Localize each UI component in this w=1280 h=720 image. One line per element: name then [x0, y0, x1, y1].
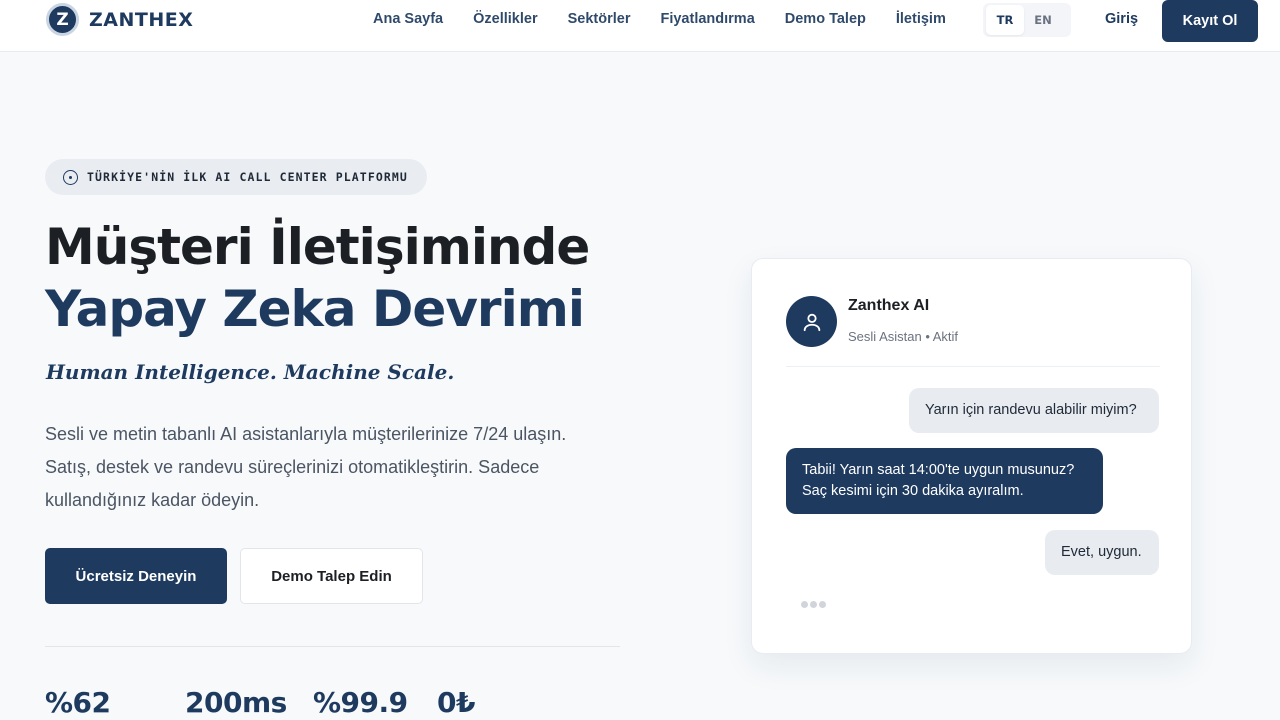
nav-link-home[interactable]: Ana Sayfa	[373, 11, 443, 27]
chat-header-divider	[786, 366, 1160, 367]
assistant-name: Zanthex AI	[848, 297, 930, 314]
hero-description: Sesli ve metin tabanlı AI asistanlarıyla…	[45, 424, 567, 510]
lang-en-button[interactable]: EN	[1024, 5, 1062, 35]
nav-link-demo[interactable]: Demo Talep	[785, 11, 866, 27]
assistant-avatar	[786, 296, 837, 347]
brand-name: ZANTHEX	[89, 8, 194, 31]
chat-preview-card: Zanthex AI Sesli Asistan • Aktif Yarın i…	[751, 258, 1192, 654]
nav-link-features[interactable]: Özellikler	[473, 11, 537, 27]
top-navbar: Z ZANTHEX Ana Sayfa Özellikler Sektörler…	[0, 0, 1280, 52]
stat-value: 200ms	[185, 686, 287, 719]
hero-title-line1: Müşteri İletişiminde	[45, 218, 590, 276]
typing-dot	[819, 601, 826, 608]
chat-message-user: Yarın için randevu alabilir miyim?	[909, 388, 1159, 433]
hero-title-line2: Yapay Zeka Devrimi	[45, 280, 585, 338]
chat-message-ai: Tabii! Yarın saat 14:00'te uygun musunuz…	[786, 448, 1103, 514]
typing-indicator	[801, 601, 828, 608]
info-circle-icon	[63, 169, 78, 185]
login-link[interactable]: Giriş	[1105, 11, 1138, 27]
hero-badge: TÜRKİYE'NİN İLK AI CALL CENTER PLATFORMU	[45, 159, 427, 195]
assistant-status: Sesli Asistan • Aktif	[848, 329, 959, 344]
hero-title: Müşteri İletişiminde Yapay Zeka Devrimi	[45, 216, 590, 340]
stat-value: %62	[45, 686, 111, 719]
hero-tagline: Human Intelligence. Machine Scale.	[46, 360, 455, 384]
lang-tr-button[interactable]: TR	[986, 5, 1024, 35]
language-switcher: TR EN	[983, 3, 1071, 37]
stat-value: %99.9	[313, 686, 408, 719]
hero-badge-text: TÜRKİYE'NİN İLK AI CALL CENTER PLATFORMU	[87, 170, 408, 184]
nav-link-pricing[interactable]: Fiyatlandırma	[660, 11, 754, 27]
typing-dot	[801, 601, 808, 608]
signup-button[interactable]: Kayıt Ol	[1162, 0, 1258, 42]
chat-message-user: Evet, uygun.	[1045, 530, 1159, 575]
nav-links: Ana Sayfa Özellikler Sektörler Fiyatland…	[373, 11, 976, 27]
stat-value: 0₺	[437, 686, 475, 719]
request-demo-button[interactable]: Demo Talep Edin	[240, 548, 423, 604]
stats-divider	[45, 646, 620, 647]
nav-link-sectors[interactable]: Sektörler	[568, 11, 631, 27]
typing-dot	[810, 601, 817, 608]
brand[interactable]: Z ZANTHEX	[46, 3, 193, 36]
free-trial-button[interactable]: Ücretsiz Deneyin	[45, 548, 227, 604]
nav-link-contact[interactable]: İletişim	[896, 11, 946, 27]
brand-logo-icon: Z	[46, 3, 79, 36]
user-icon	[803, 313, 820, 331]
